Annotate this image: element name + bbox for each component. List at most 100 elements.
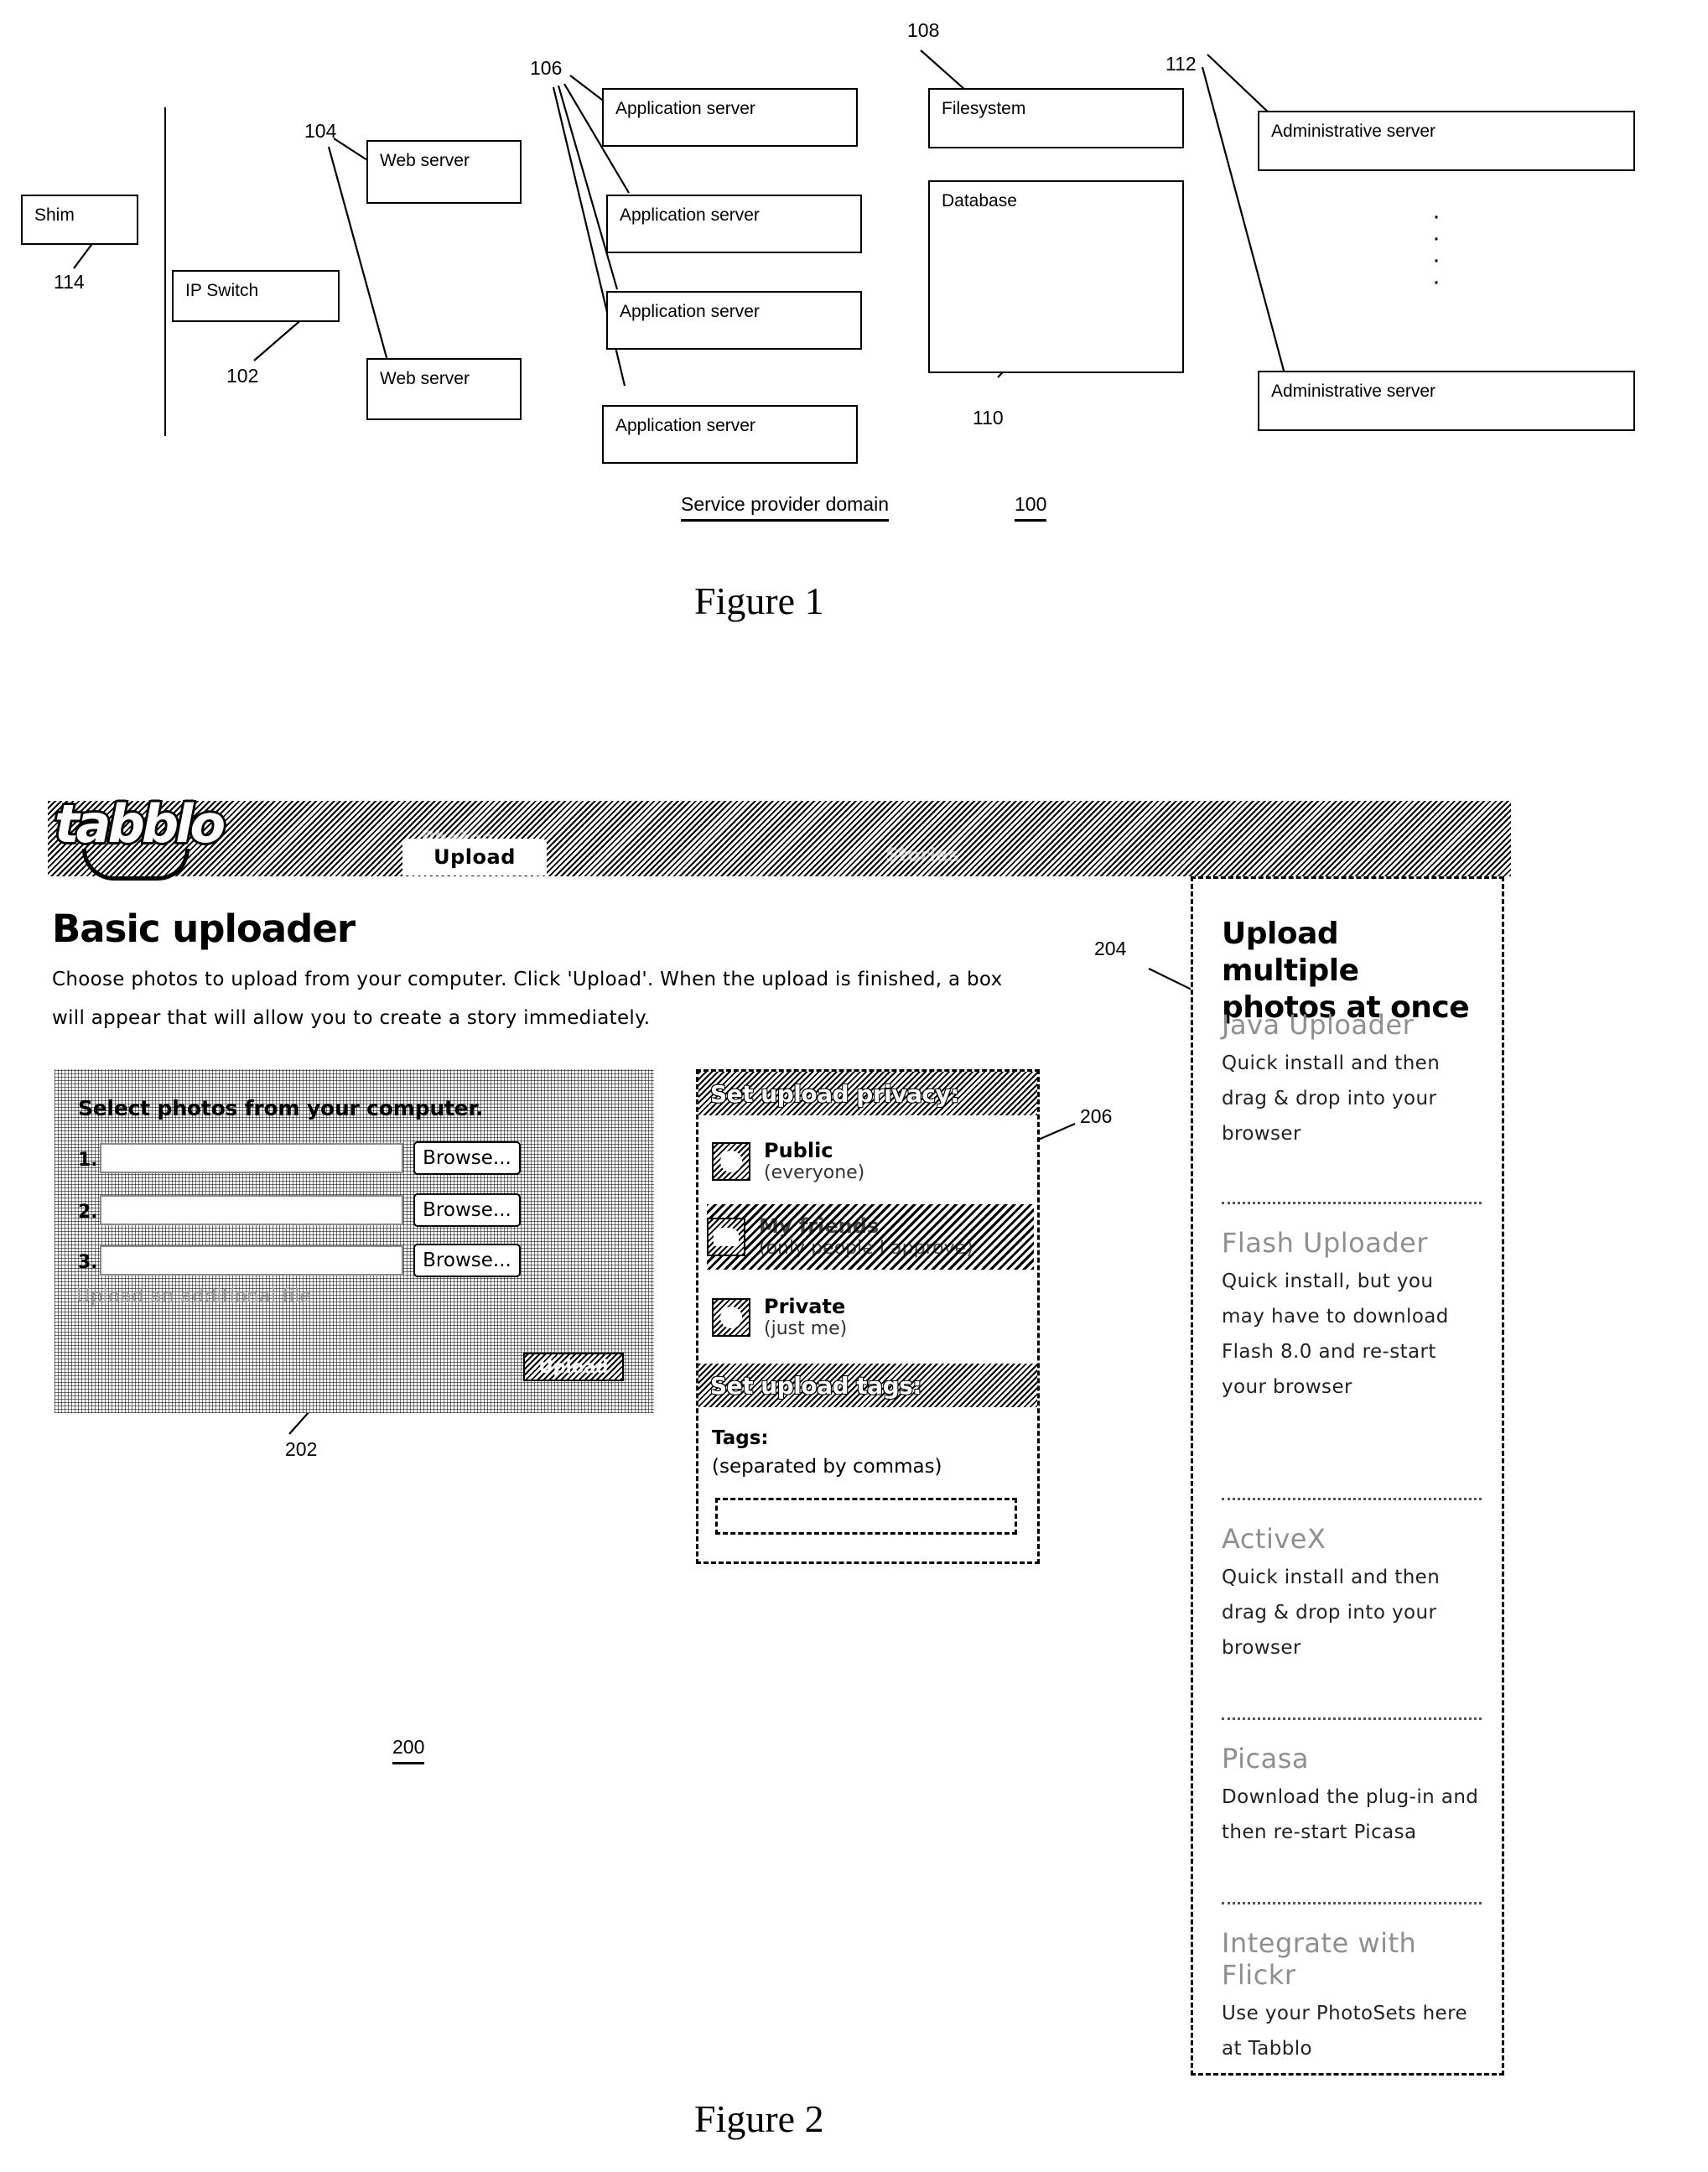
sidebar-item-flash-uploader-title: Flash Uploader (1222, 1227, 1428, 1259)
tab-stories[interactable]: Stories (838, 840, 1006, 870)
privacy-option-my-friends-label: My friends (759, 1213, 880, 1238)
ref-108-text: 108 (907, 19, 940, 41)
box-admin-server-2: Administrative server (1258, 371, 1635, 431)
select-photos-title: Select photos from your computer. (78, 1096, 483, 1120)
privacy-option-private-sub: (just me) (764, 1318, 848, 1340)
ref-104-text: 104 (304, 120, 337, 142)
site-header-bar (48, 801, 1511, 876)
browse-button-1[interactable]: Browse... (413, 1141, 521, 1175)
ref-114-text: 114 (54, 271, 85, 293)
sidebar-divider (1222, 1202, 1482, 1204)
select-photos-title-text: Select photos from your computer. (78, 1096, 484, 1120)
ref-206-text: 206 (1080, 1105, 1113, 1127)
box-web-server-1: Web server (366, 140, 522, 204)
figure-1: Shim 114 IP Switch 102 Web server Web se… (0, 0, 1708, 671)
box-app-server-1-label: Application server (615, 99, 755, 118)
service-provider-domain-label: Service provider domain (681, 493, 890, 522)
sidebar-divider (1222, 1498, 1482, 1500)
ref-200: 200 (392, 1736, 425, 1764)
browse-button-1-label: Browse... (423, 1147, 511, 1169)
admin-server-ellipsis: · · · · (1432, 202, 1441, 295)
sidebar-item-java-uploader-body: Quick install and then drag & drop into … (1222, 1052, 1441, 1145)
service-provider-domain-text: Service provider domain (681, 493, 890, 515)
sidebar-item-java-uploader[interactable]: Java Uploader Quick install and then dra… (1222, 1009, 1482, 1151)
figure-2: tabblo Photos Upload Stories Basic uploa… (0, 788, 1708, 2172)
figure-1-caption-text: Figure 1 (694, 579, 824, 622)
service-provider-domain-ref-text: 100 (1015, 493, 1047, 515)
privacy-option-public[interactable]: Public (everyone) (712, 1132, 1029, 1191)
ref-102-text: 102 (226, 365, 259, 387)
browse-button-3-label: Browse... (423, 1250, 511, 1271)
upload-options-panel: Set upload privacy: Public (everyone) My… (696, 1069, 1040, 1564)
sidebar-item-activex[interactable]: ActiveX Quick install and then drag & dr… (1222, 1523, 1482, 1665)
tab-stories-label: Stories (885, 844, 959, 866)
tags-label-text: Tags: (712, 1427, 769, 1449)
box-app-server-1: Application server (602, 88, 858, 147)
sidebar-item-picasa[interactable]: Picasa Download the plug-in and then re-… (1222, 1743, 1482, 1850)
ref-202: 202 (285, 1438, 317, 1461)
box-shim-label: Shim (34, 205, 75, 225)
sidebar-item-flickr[interactable]: Integrate with Flickr Use your PhotoSets… (1222, 1927, 1482, 2066)
file-row-number: 2. (78, 1202, 98, 1223)
file-row-number: 3. (78, 1252, 98, 1273)
privacy-option-private[interactable]: Private (just me) (712, 1288, 1029, 1347)
ref-112: 112 (1165, 55, 1197, 74)
tabblo-logo-text: tabblo (52, 793, 227, 855)
browse-button-3[interactable]: Browse... (413, 1244, 521, 1277)
sidebar-divider (1222, 1902, 1482, 1904)
browse-button-2[interactable]: Browse... (413, 1193, 521, 1227)
file-path-input-1[interactable] (100, 1143, 403, 1173)
sidebar-item-java-uploader-title: Java Uploader (1222, 1009, 1415, 1041)
page-title: Basic uploader (52, 910, 356, 948)
privacy-option-my-friends-text: My friends (only people I approve) (759, 1213, 973, 1260)
sidebar-item-flash-uploader-body: Quick install, but you may have to downl… (1222, 1270, 1449, 1398)
box-admin-server-1-label: Administrative server (1271, 122, 1436, 141)
tags-input[interactable] (715, 1498, 1017, 1535)
service-provider-domain-ref: 100 (1015, 493, 1047, 522)
ref-108: 108 (907, 21, 939, 40)
sidebar-item-flickr-title: Integrate with Flickr (1222, 1927, 1417, 1991)
upload-button[interactable]: Upload (523, 1353, 624, 1381)
figure-2-caption-text: Figure 2 (694, 2097, 824, 2140)
ref-200-text: 200 (392, 1736, 425, 1758)
box-app-server-2-label: Application server (620, 205, 760, 225)
upload-additional-file-label: Upload an additional file (76, 1286, 312, 1307)
ref-204-text: 204 (1094, 938, 1127, 959)
upload-additional-file-link[interactable]: Upload an additional file (76, 1286, 311, 1307)
privacy-option-my-friends[interactable]: My friends (only people I approve) (707, 1204, 1034, 1270)
file-row-number: 1. (78, 1150, 98, 1171)
file-path-input-2[interactable] (100, 1195, 403, 1225)
privacy-option-public-label: Public (764, 1138, 833, 1162)
page-intro-text: Choose photos to upload from your comput… (52, 969, 1003, 1029)
file-path-input-3[interactable] (100, 1245, 403, 1276)
tabblo-logo[interactable]: tabblo (52, 796, 227, 852)
privacy-option-my-friends-sub: (only people I approve) (759, 1238, 973, 1260)
privacy-option-public-sub: (everyone) (764, 1162, 865, 1184)
box-web-server-2: Web server (366, 358, 522, 420)
box-admin-server-1: Administrative server (1258, 111, 1635, 171)
set-upload-privacy-header: Set upload privacy: (698, 1072, 1037, 1115)
tags-label: Tags: (separated by commas) (712, 1424, 942, 1481)
ref-112-text: 112 (1165, 53, 1197, 75)
privacy-option-public-text: Public (everyone) (764, 1138, 865, 1184)
upload-button-label: Upload (538, 1357, 609, 1377)
box-app-server-3-label: Application server (620, 302, 760, 321)
sidebar-item-activex-title: ActiveX (1222, 1523, 1326, 1555)
figure-2-caption: Figure 2 (694, 2097, 824, 2141)
select-photos-panel: Select photos from your computer. 1. Bro… (55, 1069, 654, 1413)
ref-204: 204 (1094, 938, 1126, 960)
box-app-server-4: Application server (602, 405, 858, 464)
set-upload-privacy-header-text: Set upload privacy: (710, 1079, 959, 1108)
sidebar-item-flash-uploader[interactable]: Flash Uploader Quick install, but you ma… (1222, 1227, 1482, 1405)
box-ip-switch: IP Switch (172, 270, 340, 322)
people-icon (707, 1218, 745, 1256)
multi-upload-sidebar: Upload multiple photos at once Java Uplo… (1191, 876, 1504, 2076)
sidebar-item-picasa-title: Picasa (1222, 1743, 1309, 1774)
box-filesystem-label: Filesystem (942, 99, 1026, 118)
figure-1-caption: Figure 1 (694, 579, 824, 623)
box-shim: Shim (21, 195, 138, 245)
set-upload-tags-header: Set upload tags: (698, 1364, 1037, 1407)
tab-upload[interactable]: Upload (402, 839, 547, 876)
file-row: 3. Browse... (78, 1244, 531, 1279)
set-upload-tags-header-text: Set upload tags: (710, 1371, 921, 1400)
